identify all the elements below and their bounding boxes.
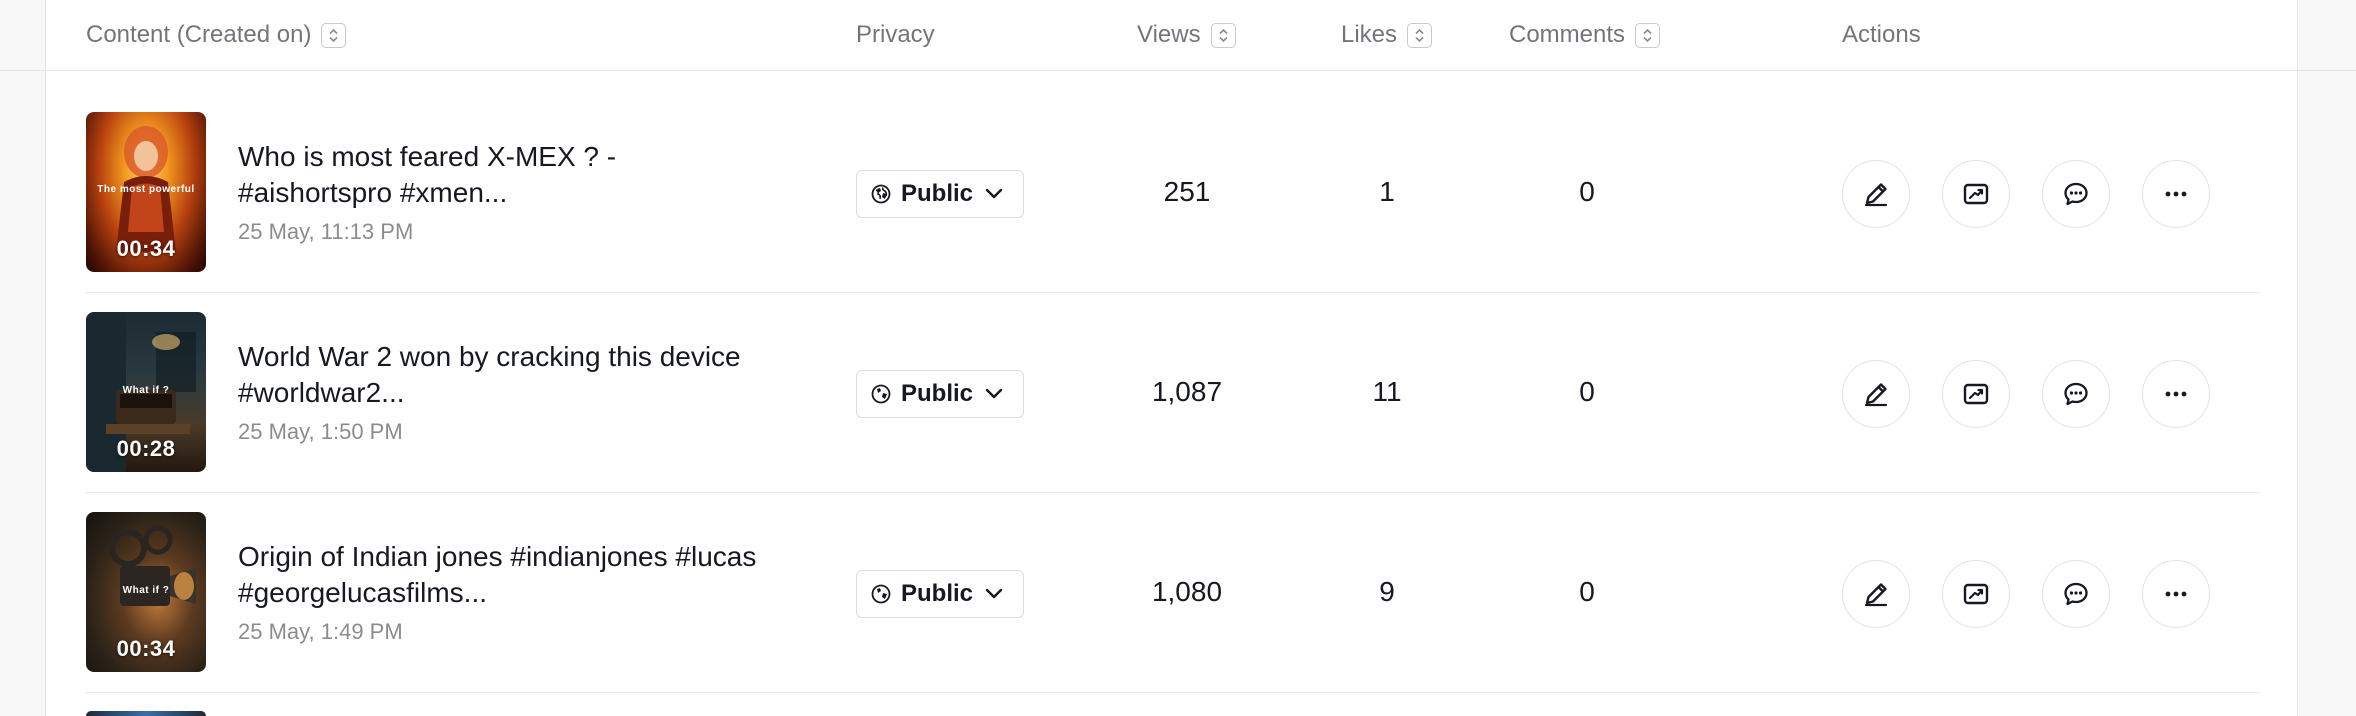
header-actions: Actions	[1842, 21, 1921, 48]
globe-icon	[871, 384, 891, 404]
video-thumbnail[interactable]: The most powerful 00:34	[86, 112, 206, 272]
video-date: 25 May, 11:13 PM	[238, 219, 414, 244]
header-comments-label: Comments	[1509, 21, 1626, 48]
edit-button[interactable]	[1842, 360, 1910, 428]
video-thumbnail[interactable]: What if ? 00:28	[86, 312, 206, 472]
likes-count: 9	[1379, 576, 1395, 607]
header-content-label: Content (Created on)	[86, 21, 312, 48]
privacy-value: Public	[901, 380, 974, 407]
header-likes: Likes	[1341, 21, 1433, 48]
likes-count: 1	[1379, 176, 1395, 207]
sort-icon[interactable]	[1210, 22, 1236, 48]
video-duration: 00:28	[116, 436, 176, 461]
video-title[interactable]: Who is most feared X-MEX ? - #aishortspr…	[238, 139, 758, 211]
views-count: 1,080	[1151, 576, 1223, 607]
more-icon	[2165, 191, 2187, 197]
header-likes-label: Likes	[1341, 21, 1398, 48]
row-divider	[85, 692, 2260, 693]
thumbnail-caption: The most powerful	[97, 184, 195, 195]
analytics-icon	[1963, 583, 1989, 605]
table-row[interactable]: What if ? 00:28 World War 2 won by crack…	[0, 272, 2356, 493]
video-title[interactable]: World War 2 won by cracking this device …	[238, 339, 758, 411]
pencil-icon	[1864, 383, 1888, 407]
privacy-select[interactable]: Public	[856, 170, 1024, 218]
sort-icon[interactable]	[1635, 22, 1661, 48]
comment-icon	[2064, 182, 2088, 206]
header-privacy-label: Privacy	[856, 21, 935, 48]
comments-button[interactable]	[2042, 160, 2110, 228]
globe-icon	[871, 584, 891, 604]
globe-icon	[871, 184, 891, 204]
comment-icon	[2064, 382, 2088, 406]
privacy-select[interactable]: Public	[856, 570, 1024, 618]
sort-icon[interactable]	[321, 22, 347, 48]
comments-count: 0	[1579, 576, 1595, 607]
analytics-button[interactable]	[1942, 160, 2010, 228]
edit-button[interactable]	[1842, 560, 1910, 628]
video-thumbnail[interactable]: What if ? 00:34	[86, 512, 206, 672]
header-actions-label: Actions	[1842, 21, 1921, 48]
video-title[interactable]: Origin of Indian jones #indianjones #luc…	[238, 539, 758, 611]
views-count: 251	[1163, 176, 1211, 207]
comment-icon	[2064, 582, 2088, 606]
views-count: 1,087	[1151, 376, 1223, 407]
table-row[interactable]: The most powerful 00:34 Who is most fear…	[0, 72, 2356, 293]
more-button[interactable]	[2142, 560, 2210, 628]
header-comments: Comments	[1509, 21, 1661, 48]
more-icon	[2165, 391, 2187, 397]
video-date: 25 May, 1:49 PM	[238, 619, 403, 644]
likes-count: 11	[1372, 376, 1402, 407]
thumbnail-caption: What if ?	[122, 385, 170, 396]
header-privacy: Privacy	[856, 21, 935, 48]
edit-button[interactable]	[1842, 160, 1910, 228]
more-button[interactable]	[2142, 360, 2210, 428]
analytics-icon	[1963, 383, 1989, 405]
comments-count: 0	[1579, 376, 1595, 407]
pencil-icon	[1864, 183, 1888, 207]
more-icon	[2165, 591, 2187, 597]
video-duration: 00:34	[116, 636, 176, 661]
analytics-button[interactable]	[1942, 360, 2010, 428]
privacy-value: Public	[901, 580, 974, 607]
comments-count: 0	[1579, 176, 1595, 207]
analytics-button[interactable]	[1942, 560, 2010, 628]
comments-button[interactable]	[2042, 360, 2110, 428]
video-duration: 00:34	[116, 236, 176, 261]
privacy-value: Public	[901, 180, 974, 207]
chevron-down-icon	[985, 388, 1003, 400]
more-button[interactable]	[2142, 160, 2210, 228]
comments-button[interactable]	[2042, 560, 2110, 628]
video-date: 25 May, 1:50 PM	[238, 419, 403, 444]
thumbnail-caption: What if ?	[122, 585, 170, 596]
chevron-down-icon	[985, 188, 1003, 200]
video-thumbnail[interactable]	[86, 711, 206, 716]
table-header: Content (Created on) Privacy Views Likes…	[0, 0, 2356, 71]
sort-icon[interactable]	[1407, 22, 1433, 48]
privacy-select[interactable]: Public	[856, 370, 1024, 418]
chevron-down-icon	[985, 588, 1003, 600]
pencil-icon	[1864, 583, 1888, 607]
header-views: Views	[1137, 21, 1236, 48]
header-views-label: Views	[1137, 21, 1201, 48]
table-row[interactable]: What if ? 00:34 Origin of Indian jones #…	[0, 472, 2356, 693]
analytics-icon	[1963, 183, 1989, 205]
header-content: Content (Created on)	[86, 21, 347, 48]
